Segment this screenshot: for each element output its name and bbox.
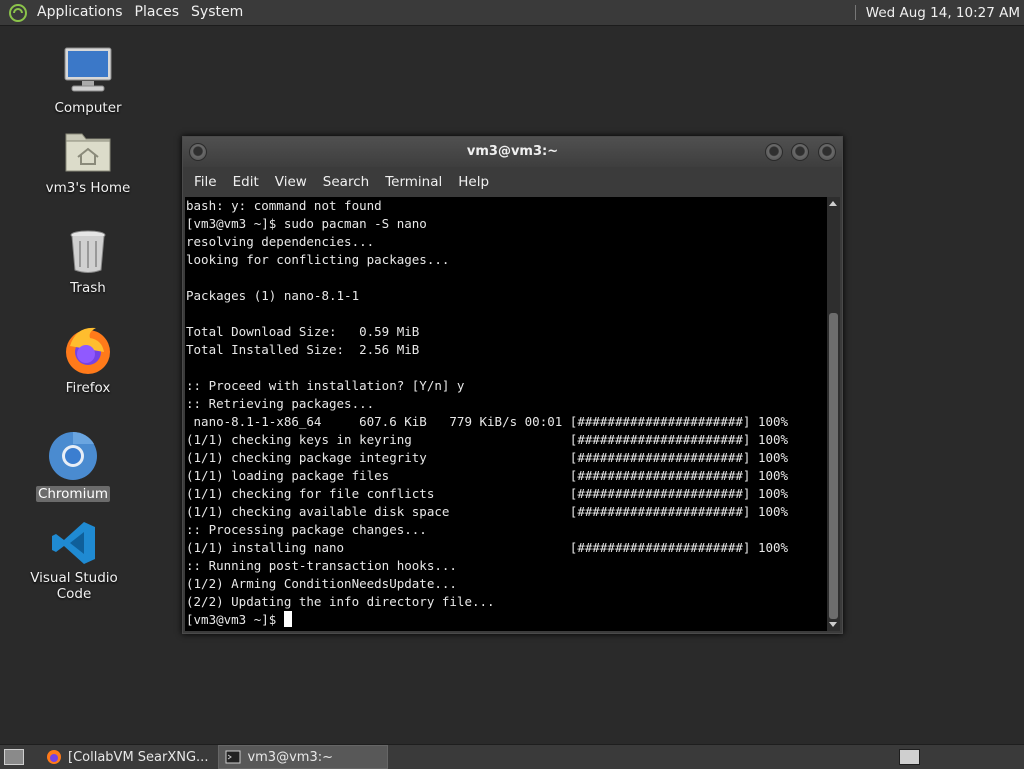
window-title: vm3@vm3:~: [466, 144, 559, 159]
computer-icon: [64, 47, 112, 92]
desktop-icon-chromium[interactable]: Chromium: [13, 430, 133, 502]
maximize-button[interactable]: [791, 143, 809, 161]
desktop-icon-trash[interactable]: Trash: [28, 226, 148, 296]
desktop-icon-label: Firefox: [65, 380, 111, 396]
close-button[interactable]: [818, 143, 836, 161]
terminal-line: resolving dependencies...: [186, 234, 375, 249]
applications-menu[interactable]: Applications: [31, 0, 129, 25]
taskbar-item-browser[interactable]: [CollabVM SearXNG...: [40, 746, 214, 768]
terminal-line: [vm3@vm3 ~]$ sudo pacman -S nano: [186, 216, 427, 231]
desktop-icon-label: Trash: [70, 280, 106, 296]
panel-separator: [854, 5, 856, 20]
firefox-icon: [66, 327, 110, 374]
firefox-icon: [47, 750, 61, 764]
menu-file[interactable]: File: [186, 167, 225, 197]
scroll-down-arrow-icon[interactable]: [829, 622, 837, 627]
scrollbar-thumb[interactable]: [829, 313, 838, 619]
desktop-icon-label: Visual Studio Code: [30, 570, 118, 602]
desktop-icon-label: Chromium: [35, 486, 111, 502]
terminal-line: (1/1) installing nano [#################…: [186, 540, 789, 555]
taskbar-item-label: vm3@vm3:~: [247, 749, 333, 765]
places-menu[interactable]: Places: [129, 0, 186, 25]
distro-logo-icon[interactable]: [9, 3, 27, 22]
terminal-icon: [225, 750, 241, 764]
menu-help[interactable]: Help: [450, 167, 497, 197]
bottom-panel: [CollabVM SearXNG... vm3@vm3:~: [0, 744, 1024, 769]
desktop-icon-vscode[interactable]: Visual Studio Code: [14, 520, 134, 602]
terminal-line: (1/1) checking keys in keyring [########…: [186, 432, 789, 447]
show-desktop-icon[interactable]: [4, 749, 24, 765]
workspace-switcher[interactable]: [899, 749, 920, 765]
desktop-icon-firefox[interactable]: Firefox: [28, 324, 148, 396]
vscode-icon: [52, 522, 95, 564]
desktop-icon-label: Computer: [54, 100, 122, 116]
trash-icon: [70, 230, 106, 273]
terminal-line: nano-8.1-1-x86_64 607.6 KiB 779 KiB/s 00…: [186, 414, 789, 429]
system-menu[interactable]: System: [185, 0, 249, 25]
top-panel: Applications Places System Wed Aug 14, 1…: [0, 0, 1024, 26]
terminal-line: Total Installed Size: 2.56 MiB: [186, 342, 420, 357]
desktop-icon-home[interactable]: vm3's Home: [28, 126, 148, 196]
minimize-button[interactable]: [765, 143, 783, 161]
taskbar-item-terminal[interactable]: vm3@vm3:~: [218, 745, 389, 769]
desktop-icon-computer[interactable]: Computer: [28, 44, 148, 116]
terminal-cursor: [283, 611, 292, 627]
chromium-icon: [49, 431, 97, 480]
menu-search[interactable]: Search: [315, 167, 377, 197]
terminal-line: :: Running post-transaction hooks...: [186, 558, 457, 573]
menu-terminal[interactable]: Terminal: [377, 167, 450, 197]
terminal-scrollbar[interactable]: [827, 197, 840, 631]
menu-edit[interactable]: Edit: [225, 167, 267, 197]
terminal-line: (1/1) checking available disk space [###…: [186, 504, 789, 519]
scroll-up-arrow-icon[interactable]: [829, 201, 837, 206]
terminal-line: looking for conflicting packages...: [186, 252, 450, 267]
terminal-line: Packages (1) nano-8.1-1: [186, 288, 360, 303]
menu-view[interactable]: View: [267, 167, 315, 197]
terminal-menubar: File Edit View Search Terminal Help: [183, 167, 842, 197]
terminal-line: (2/2) Updating the info directory file..…: [186, 594, 495, 609]
terminal-output[interactable]: bash: y: command not found [vm3@vm3 ~]$ s…: [185, 197, 827, 631]
terminal-line: Total Download Size: 0.59 MiB: [186, 324, 420, 339]
taskbar-item-label: [CollabVM SearXNG...: [68, 749, 209, 765]
terminal-line: (1/2) Arming ConditionNeedsUpdate...: [186, 576, 457, 591]
terminal-line: (1/1) checking package integrity [######…: [186, 450, 789, 465]
window-titlebar[interactable]: vm3@vm3:~: [183, 137, 842, 167]
terminal-line: :: Processing package changes...: [186, 522, 427, 537]
terminal-line: bash: y: command not found: [186, 198, 382, 213]
home-folder-icon: [65, 133, 111, 172]
terminal-line: (1/1) checking for file conflicts [#####…: [186, 486, 789, 501]
terminal-line: :: Retrieving packages...: [186, 396, 375, 411]
clock[interactable]: Wed Aug 14, 10:27 AM: [866, 5, 1024, 21]
terminal-line: (1/1) loading package files [###########…: [186, 468, 789, 483]
desktop-icon-label: vm3's Home: [45, 180, 131, 196]
terminal-line: [vm3@vm3 ~]$: [185, 611, 827, 629]
terminal-window[interactable]: vm3@vm3:~ File Edit View Search Terminal…: [182, 136, 843, 634]
terminal-line: :: Proceed with installation? [Y/n] y: [186, 378, 465, 393]
